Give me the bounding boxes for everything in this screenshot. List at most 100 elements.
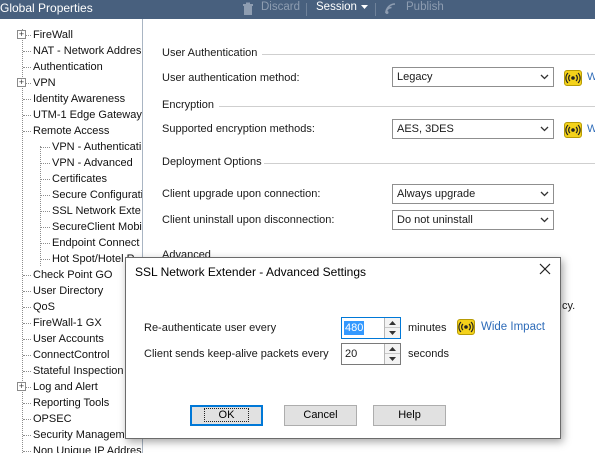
ok-button[interactable]: OK bbox=[190, 405, 263, 426]
reauth-minutes-value[interactable]: 480 bbox=[344, 321, 365, 335]
tree-item[interactable]: OPSEC bbox=[33, 411, 72, 427]
tree-item[interactable]: VPN bbox=[33, 75, 56, 91]
spinner-up-button[interactable] bbox=[385, 318, 400, 328]
tree-connector bbox=[41, 179, 50, 180]
chevron-up-icon bbox=[389, 321, 396, 325]
tree-subitem[interactable]: SSL Network Exte bbox=[52, 203, 141, 219]
tree-subitem[interactable]: VPN - Advanced bbox=[52, 155, 133, 171]
tree-connector bbox=[23, 419, 31, 420]
chevron-up-icon bbox=[389, 347, 396, 351]
tree-connector bbox=[23, 307, 31, 308]
encryption-methods-label: Supported encryption methods: bbox=[162, 123, 315, 135]
section-encryption: Encryption bbox=[162, 99, 214, 111]
tree-connector bbox=[23, 291, 31, 292]
auth-method-dropdown[interactable]: Legacy bbox=[392, 67, 554, 87]
spinner-down-button[interactable] bbox=[385, 354, 400, 364]
wide-impact-link[interactable]: Wide Impact bbox=[481, 321, 545, 333]
tree-item[interactable]: ConnectControl bbox=[33, 347, 109, 363]
spinner-buttons bbox=[384, 344, 400, 364]
keepalive-unit: seconds bbox=[408, 348, 449, 360]
keepalive-seconds-spinner[interactable]: 20 bbox=[341, 343, 401, 365]
tree-connector bbox=[23, 339, 31, 340]
spinner-up-button[interactable] bbox=[385, 344, 400, 354]
tree-item[interactable]: Remote Access bbox=[33, 123, 109, 139]
tree-connector bbox=[41, 163, 50, 164]
wide-impact-link[interactable]: W bbox=[587, 123, 595, 135]
chevron-down-icon bbox=[540, 74, 549, 80]
expand-icon[interactable]: + bbox=[17, 382, 26, 391]
tree-connector bbox=[23, 323, 31, 324]
auth-method-label: User authentication method: bbox=[162, 72, 300, 84]
client-upgrade-value: Always upgrade bbox=[397, 188, 476, 200]
client-uninstall-value: Do not uninstall bbox=[397, 214, 473, 226]
session-menu[interactable]: Session bbox=[316, 1, 357, 13]
tree-connector bbox=[23, 371, 31, 372]
tree-subitem[interactable]: Certificates bbox=[52, 171, 107, 187]
tree-item[interactable]: Check Point GO bbox=[33, 267, 112, 283]
discard-button[interactable]: Discard bbox=[261, 1, 300, 13]
client-upgrade-label: Client upgrade upon connection: bbox=[162, 188, 321, 200]
chevron-down-icon[interactable] bbox=[360, 3, 369, 12]
tree-connector bbox=[23, 275, 31, 276]
tree-item[interactable]: Non Unique IP Addres bbox=[33, 443, 142, 453]
tree-item[interactable]: FireWall-1 GX bbox=[33, 315, 102, 331]
tree-item[interactable]: UTM-1 Edge Gateway bbox=[33, 107, 142, 123]
trash-icon bbox=[243, 2, 253, 15]
cancel-button[interactable]: Cancel bbox=[284, 405, 357, 426]
tree-connector bbox=[41, 259, 50, 260]
advanced-text-fragment: cy. bbox=[562, 300, 576, 312]
tree-connector bbox=[23, 451, 31, 452]
tree-connector bbox=[23, 99, 31, 100]
encryption-methods-dropdown[interactable]: AES, 3DES bbox=[392, 119, 554, 139]
chevron-down-icon bbox=[389, 331, 396, 335]
chevron-down-icon bbox=[540, 191, 549, 197]
ok-button-label: OK bbox=[203, 408, 250, 422]
properties-tree[interactable]: FireWall + NAT - Network Addres Authenticat… bbox=[0, 19, 143, 453]
encryption-methods-value: AES, 3DES bbox=[397, 123, 454, 135]
toolbar-separator bbox=[306, 3, 307, 16]
expand-icon[interactable]: + bbox=[17, 30, 26, 39]
tree-item[interactable]: User Directory bbox=[33, 283, 103, 299]
tree-item[interactable]: NAT - Network Addres bbox=[33, 43, 141, 59]
tree-subitem[interactable]: Endpoint Connect bbox=[52, 235, 139, 251]
section-rule bbox=[262, 54, 595, 55]
keepalive-label: Client sends keep-alive packets every bbox=[144, 348, 329, 360]
expand-icon[interactable]: + bbox=[17, 78, 26, 87]
tree-item[interactable]: Authentication bbox=[33, 59, 103, 75]
tree-item[interactable]: QoS bbox=[33, 299, 55, 315]
wide-impact-icon[interactable] bbox=[564, 122, 582, 138]
tree-subitem[interactable]: SecureClient Mobil bbox=[52, 219, 142, 235]
keepalive-seconds-value[interactable]: 20 bbox=[344, 347, 358, 361]
reauth-minutes-spinner[interactable]: 480 bbox=[341, 317, 401, 339]
tree-item[interactable]: Identity Awareness bbox=[33, 91, 125, 107]
tree-item[interactable]: FireWall bbox=[33, 27, 73, 43]
wide-impact-icon[interactable] bbox=[564, 70, 582, 86]
chevron-down-icon bbox=[540, 126, 549, 132]
section-user-authentication: User Authentication bbox=[162, 47, 258, 59]
client-upgrade-dropdown[interactable]: Always upgrade bbox=[392, 184, 554, 204]
close-icon[interactable] bbox=[538, 262, 552, 276]
tree-item[interactable]: Reporting Tools bbox=[33, 395, 109, 411]
reauth-unit: minutes bbox=[408, 322, 447, 334]
tree-connector bbox=[23, 403, 31, 404]
help-button[interactable]: Help bbox=[373, 405, 446, 426]
tree-item[interactable]: Log and Alert bbox=[33, 379, 98, 395]
reauth-label: Re-authenticate user every bbox=[144, 322, 277, 334]
tree-connector bbox=[23, 435, 31, 436]
wide-impact-link[interactable]: W bbox=[587, 71, 595, 83]
dialog-title: SSL Network Extender - Advanced Settings bbox=[135, 265, 367, 279]
tree-subitem[interactable]: VPN - Authenticati bbox=[52, 139, 141, 155]
tree-subitem[interactable]: Hot Spot/Hotel R bbox=[52, 251, 135, 267]
spinner-down-button[interactable] bbox=[385, 328, 400, 338]
client-uninstall-dropdown[interactable]: Do not uninstall bbox=[392, 210, 554, 230]
ssl-advanced-settings-dialog: SSL Network Extender - Advanced Settings… bbox=[125, 257, 561, 439]
tree-connector bbox=[40, 146, 41, 266]
tree-item[interactable]: Security Manageme bbox=[33, 427, 131, 443]
tree-item[interactable]: Stateful Inspection bbox=[33, 363, 124, 379]
tree-item[interactable]: User Accounts bbox=[33, 331, 104, 347]
tree-subitem[interactable]: Secure Configurati bbox=[52, 187, 142, 203]
publish-button[interactable]: Publish bbox=[406, 1, 444, 13]
tree-connector bbox=[23, 355, 31, 356]
wide-impact-icon[interactable] bbox=[457, 319, 475, 335]
tree-connector bbox=[23, 115, 31, 116]
